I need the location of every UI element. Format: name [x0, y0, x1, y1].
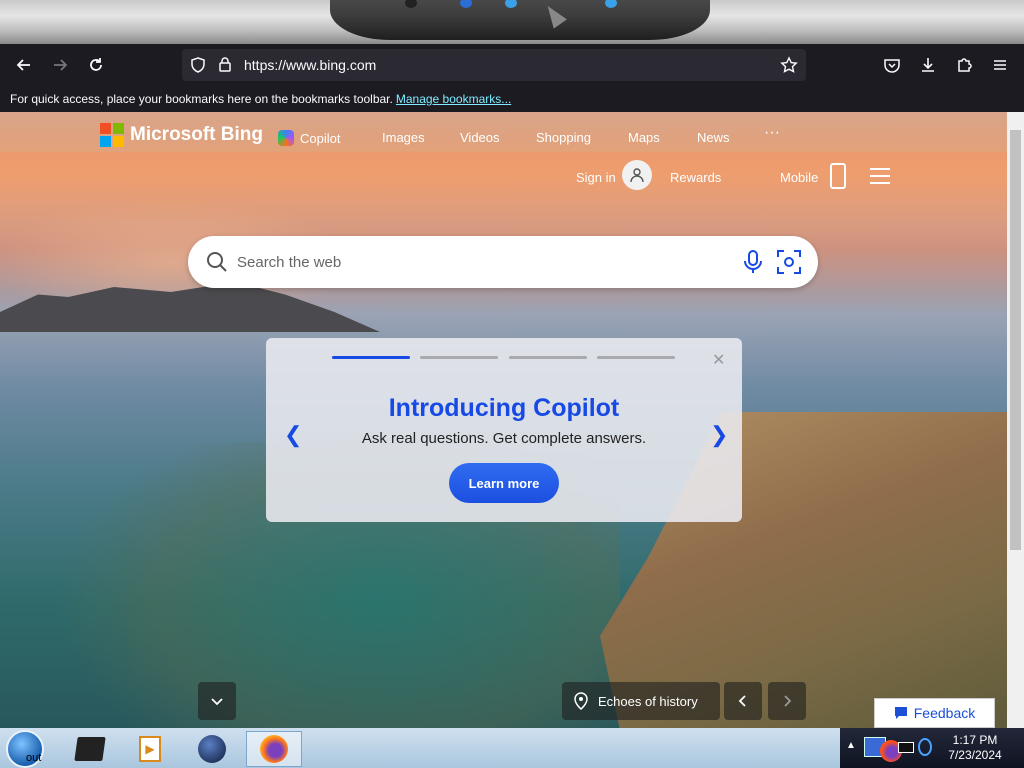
firefox-icon [260, 735, 288, 763]
dock-strip [0, 0, 1024, 44]
back-arrow-icon [16, 59, 30, 71]
next-image-button[interactable] [768, 682, 806, 720]
system-tray: ▲ 1:17 PM 7/23/2024 [840, 728, 1024, 768]
nav-images[interactable]: Images [382, 130, 425, 145]
learn-more-button[interactable]: Learn more [449, 463, 559, 503]
clock-date: 7/23/2024 [948, 748, 1002, 762]
tray-overflow-icon[interactable]: ▲ [846, 740, 856, 751]
microphone-icon[interactable] [742, 249, 764, 275]
bing-homepage: Microsoft Bing Copilot Images Videos Sho… [0, 112, 1007, 728]
media-player-icon: ▶ [139, 736, 161, 762]
taskbar: out ▶ ▲ 1:17 PM 7/23/2024 [0, 728, 1024, 768]
nav-shopping[interactable]: Shopping [536, 130, 591, 145]
forward-button[interactable] [46, 52, 74, 78]
extensions-button[interactable] [950, 52, 978, 78]
shield-icon[interactable] [190, 57, 206, 73]
sign-in-link[interactable]: Sign in [576, 170, 616, 185]
carousel-progress-active[interactable] [332, 356, 410, 359]
location-pin-icon [574, 692, 588, 710]
search-box[interactable]: Search the web [188, 236, 818, 288]
chevron-right-icon [784, 695, 792, 707]
clock[interactable]: 1:17 PM 7/23/2024 [930, 733, 1020, 763]
taskbar-app-media[interactable]: ▶ [122, 731, 178, 767]
reload-icon [90, 58, 102, 71]
clock-time: 1:17 PM [952, 733, 998, 747]
menu-icon [994, 60, 1006, 70]
carousel-progress[interactable] [597, 356, 675, 359]
rewards-link[interactable]: Rewards [670, 170, 721, 185]
avatar[interactable] [622, 160, 652, 190]
url-bar[interactable]: https://www.bing.com [182, 49, 806, 81]
dock-shelf [330, 0, 710, 40]
chevron-down-icon [211, 698, 223, 706]
feedback-label: Feedback [913, 705, 976, 721]
card-title: Introducing Copilot [388, 394, 620, 422]
download-icon [922, 58, 934, 72]
puzzle-icon [958, 58, 972, 72]
desktop-label: out [26, 752, 42, 764]
image-caption[interactable]: Echoes of history [562, 682, 720, 720]
previous-image-button[interactable] [724, 682, 762, 720]
reload-button[interactable] [82, 52, 110, 78]
carousel-progress[interactable] [420, 356, 498, 359]
page-scrollbar[interactable] [1007, 112, 1024, 728]
search-input[interactable]: Search the web [237, 254, 341, 271]
nav-copilot[interactable]: Copilot [278, 130, 340, 146]
nav-maps[interactable]: Maps [628, 130, 660, 145]
search-icon [207, 252, 227, 272]
caption-text: Echoes of history [598, 693, 698, 709]
card-subtitle: Ask real questions. Get complete answers… [361, 430, 647, 447]
taskbar-app-files[interactable] [62, 731, 118, 767]
nav-copilot-label: Copilot [300, 130, 341, 146]
bookmarks-toolbar: For quick access, place your bookmarks h… [0, 86, 1024, 112]
display-icon[interactable] [898, 742, 914, 753]
scrollbar-thumb[interactable] [1010, 130, 1021, 550]
taskbar-app-firefox[interactable] [246, 731, 302, 767]
manage-bookmarks-link[interactable]: Manage bookmarks... [396, 92, 511, 106]
nav-videos[interactable]: Videos [460, 130, 500, 145]
feedback-button[interactable]: Feedback [874, 698, 995, 728]
lock-icon[interactable] [218, 56, 232, 72]
bookmarks-hint: For quick access, place your bookmarks h… [10, 92, 393, 106]
taskbar-app-globe[interactable] [184, 731, 240, 767]
back-button[interactable] [10, 52, 38, 78]
mobile-link[interactable]: Mobile [780, 170, 818, 185]
visual-search-icon[interactable] [776, 249, 802, 275]
feedback-icon [894, 707, 907, 719]
bookmark-star-icon[interactable] [780, 56, 798, 74]
globe-icon [198, 735, 226, 763]
nav-news[interactable]: News [697, 130, 730, 145]
user-icon [630, 168, 644, 183]
pocket-button[interactable] [878, 52, 906, 78]
brand-text: Microsoft Bing [130, 124, 263, 145]
folder-icon [74, 737, 106, 761]
bing-logo[interactable]: Microsoft Bing [100, 123, 263, 147]
app-menu-button[interactable] [986, 52, 1014, 78]
pocket-icon [884, 59, 900, 73]
downloads-button[interactable] [914, 52, 942, 78]
browser-toolbar: https://www.bing.com [0, 44, 1024, 86]
chevron-left-icon [738, 695, 746, 707]
url-text[interactable]: https://www.bing.com [244, 57, 376, 73]
carousel-progress[interactable] [509, 356, 587, 359]
scroll-down-button[interactable] [198, 682, 236, 720]
copilot-promo-card: ✕ ❮ ❯ Introducing Copilot Ask real quest… [266, 338, 742, 522]
nav-more[interactable]: ··· [764, 124, 780, 142]
forward-arrow-icon [54, 59, 68, 71]
close-icon[interactable]: ✕ [712, 350, 725, 370]
phone-icon[interactable] [830, 163, 846, 189]
microsoft-logo-icon [100, 123, 124, 147]
hamburger-menu-icon[interactable] [870, 168, 890, 184]
copilot-icon [278, 130, 294, 146]
